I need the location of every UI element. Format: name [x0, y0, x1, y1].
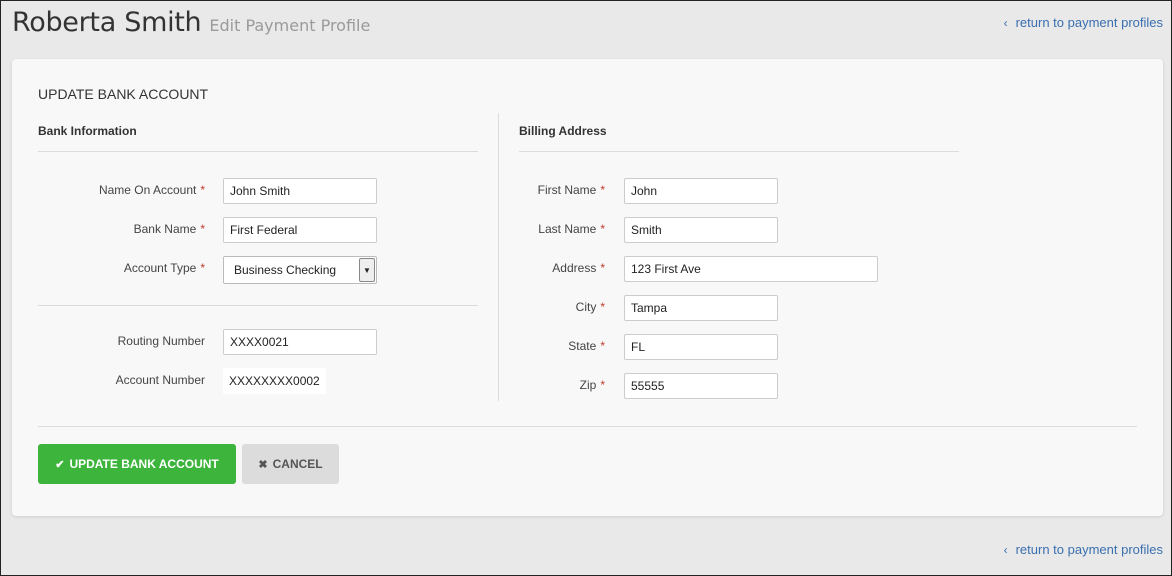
account-number-value: XXXXXXXX0002 [223, 368, 326, 394]
update-button-label: UPDATE BANK ACCOUNT [69, 457, 219, 471]
return-link-label: return to payment profiles [1015, 15, 1163, 30]
required-marker: * [600, 378, 605, 392]
chevron-left-icon: ‹ [1003, 15, 1008, 30]
required-marker: * [600, 300, 605, 314]
close-icon: ✖ [258, 458, 268, 471]
routing-number-label: Routing Number [117, 334, 205, 348]
address-input[interactable]: 123 First Ave [624, 256, 878, 282]
cancel-button[interactable]: ✖ CANCEL [242, 444, 339, 484]
state-label: State * [568, 339, 605, 353]
return-link-label: return to payment profiles [1015, 542, 1163, 557]
page-subtitle: Edit Payment Profile [209, 16, 371, 35]
last-name-label: Last Name * [538, 222, 605, 236]
divider [38, 305, 478, 306]
divider [38, 426, 1137, 427]
bank-name-label: Bank Name * [133, 222, 205, 236]
zip-input[interactable]: 55555 [624, 373, 778, 399]
first-name-input[interactable]: John [624, 178, 778, 204]
page-title: Roberta Smith Edit Payment Profile [12, 7, 370, 38]
chevron-left-icon: ‹ [1003, 542, 1008, 557]
account-type-label: Account Type * [123, 261, 205, 275]
address-label: Address * [552, 261, 605, 275]
divider [519, 151, 959, 152]
billing-address-heading: Billing Address [519, 124, 607, 138]
return-to-payment-profiles-link-top[interactable]: ‹ return to payment profiles [1004, 15, 1163, 30]
required-marker: * [600, 339, 605, 353]
form-title: UPDATE BANK ACCOUNT [38, 86, 209, 102]
bank-name-input[interactable]: First Federal [223, 217, 377, 243]
account-number-label: Account Number [115, 373, 205, 387]
required-marker: * [600, 222, 605, 236]
column-divider [498, 113, 499, 401]
update-bank-account-card: UPDATE BANK ACCOUNT Bank Information Nam… [12, 59, 1163, 516]
first-name-label: First Name * [537, 183, 605, 197]
checkmark-icon: ✔ [55, 458, 65, 471]
account-type-select[interactable]: Business Checking ▼ [223, 256, 377, 284]
required-marker: * [600, 261, 605, 275]
bank-information-heading: Bank Information [38, 124, 137, 138]
zip-label: Zip * [579, 378, 605, 392]
user-name: Roberta Smith [12, 7, 202, 38]
update-bank-account-button[interactable]: ✔ UPDATE BANK ACCOUNT [38, 444, 236, 484]
required-marker: * [200, 261, 205, 275]
state-input[interactable]: FL [624, 334, 778, 360]
caret-down-icon[interactable]: ▼ [359, 258, 375, 282]
account-type-value: Business Checking [234, 263, 337, 277]
last-name-input[interactable]: Smith [624, 217, 778, 243]
cancel-button-label: CANCEL [272, 457, 323, 471]
required-marker: * [200, 222, 205, 236]
required-marker: * [600, 183, 605, 197]
routing-number-input[interactable]: XXXX0021 [223, 329, 377, 355]
name-on-account-label: Name On Account * [98, 183, 205, 197]
city-label: City * [575, 300, 605, 314]
return-to-payment-profiles-link-bottom[interactable]: ‹ return to payment profiles [1004, 542, 1163, 557]
city-input[interactable]: Tampa [624, 295, 778, 321]
divider [38, 151, 478, 152]
required-marker: * [200, 183, 205, 197]
name-on-account-input[interactable]: John Smith [223, 178, 377, 204]
